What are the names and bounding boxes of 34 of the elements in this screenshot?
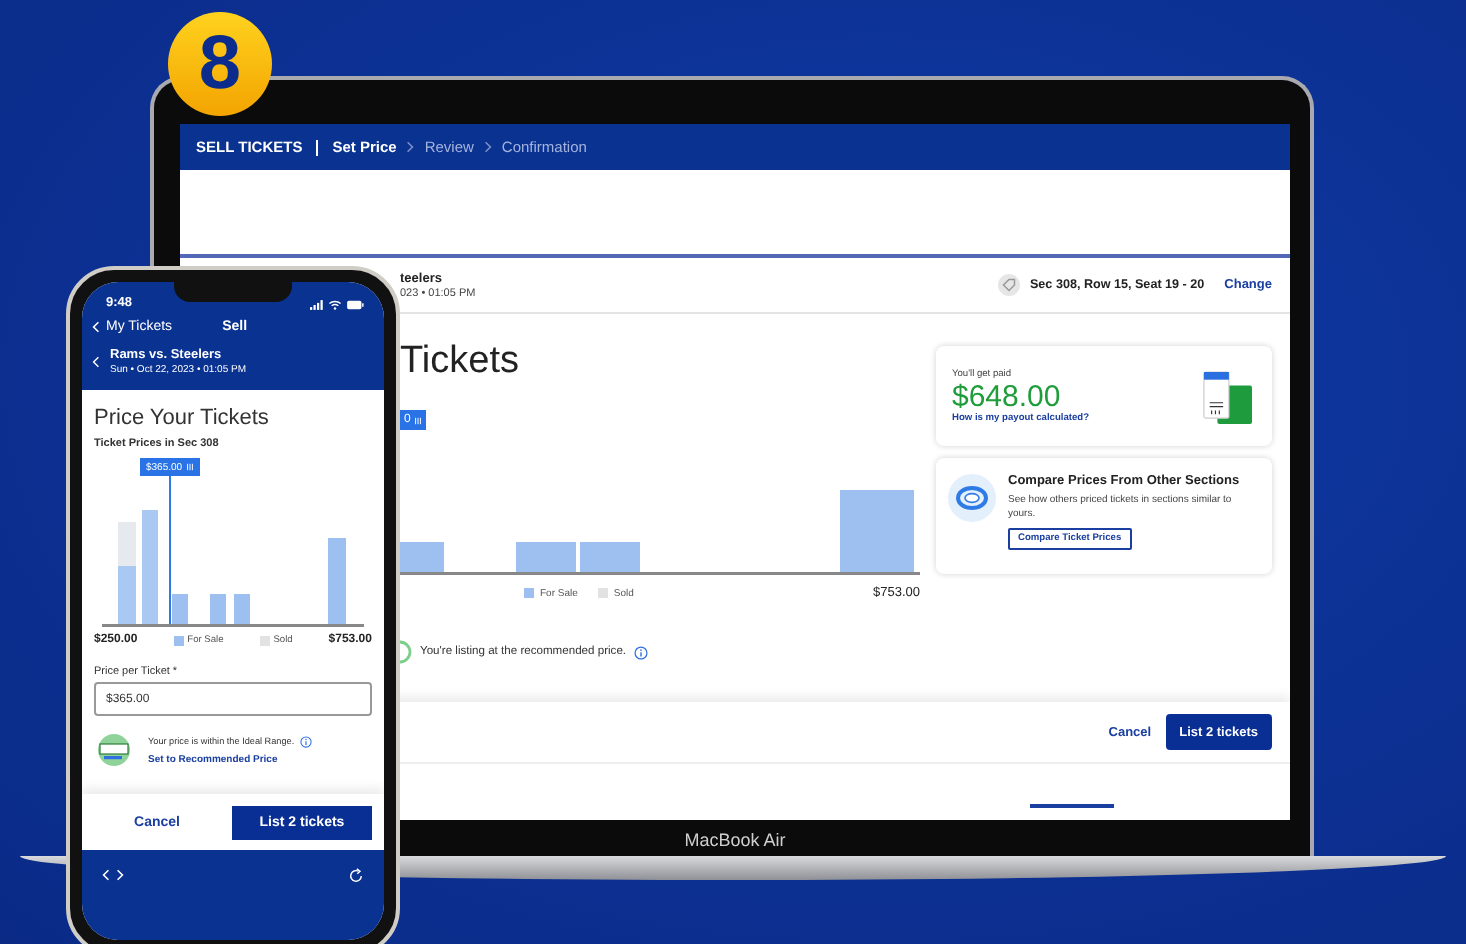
ticket-cash-drawing — [1202, 369, 1252, 423]
chevron-right-icon — [406, 140, 415, 154]
step-badge: 8 — [168, 12, 272, 116]
tag-icon — [997, 274, 1020, 296]
histogram-bar — [328, 538, 346, 624]
price-marker-line[interactable] — [169, 476, 171, 624]
info-icon[interactable] — [300, 735, 313, 747]
chevron-left-icon[interactable] — [92, 319, 100, 333]
signal-icon — [310, 300, 324, 310]
device-label: MacBook Air — [684, 830, 786, 850]
page-heading: Price Your Tickets — [94, 406, 269, 430]
reload-icon[interactable] — [348, 868, 364, 884]
stadium-icon — [948, 474, 996, 522]
wifi-icon — [328, 300, 342, 310]
chevron-right-icon — [483, 140, 492, 154]
battery-icon — [346, 300, 364, 310]
histogram-bar — [400, 542, 444, 572]
histogram-bar — [840, 490, 914, 572]
histogram-bar — [580, 542, 640, 572]
histogram-bar — [118, 566, 136, 624]
drag-handle-icon[interactable] — [414, 415, 423, 425]
info-icon[interactable] — [634, 645, 649, 659]
histogram-bar — [234, 594, 250, 624]
histogram-bar — [210, 594, 226, 624]
phone-notch — [174, 282, 292, 302]
histogram-bar — [516, 542, 576, 572]
drag-handle-icon[interactable] — [186, 462, 195, 472]
price-range-icon — [94, 734, 134, 766]
back-chevron-icon[interactable] — [92, 354, 100, 370]
page-heading: Tickets — [400, 342, 519, 382]
payout-amount: $648.00 — [952, 379, 1063, 413]
histogram-bar — [172, 594, 188, 624]
sold-bar — [118, 522, 136, 566]
histogram-bar — [142, 510, 158, 624]
